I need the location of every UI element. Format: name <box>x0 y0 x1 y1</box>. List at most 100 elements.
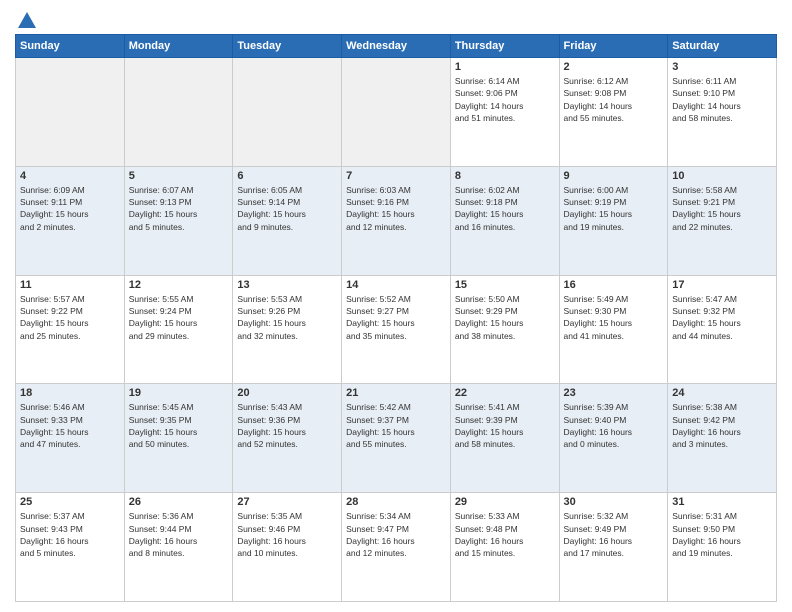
daylight-hours: Daylight: 14 hours <box>564 101 633 111</box>
day-number: 24 <box>672 387 772 399</box>
day-info: Sunrise: 5:45 AMSunset: 9:35 PMDaylight:… <box>129 401 229 450</box>
header-cell-monday: Monday <box>124 35 233 58</box>
daylight-hours: Daylight: 15 hours <box>20 318 89 328</box>
header-cell-wednesday: Wednesday <box>342 35 451 58</box>
daylight-hours: Daylight: 15 hours <box>564 209 633 219</box>
day-number: 4 <box>20 170 120 182</box>
daylight-hours: Daylight: 15 hours <box>455 209 524 219</box>
day-number: 1 <box>455 61 555 73</box>
day-cell <box>124 58 233 167</box>
day-cell: 29Sunrise: 5:33 AMSunset: 9:48 PMDayligh… <box>450 493 559 602</box>
daylight-hours: Daylight: 14 hours <box>455 101 524 111</box>
day-cell: 9 Sunrise: 6:00 AMSunset: 9:19 PMDaylight… <box>559 166 668 275</box>
daylight-hours: Daylight: 15 hours <box>455 427 524 437</box>
daylight-hours: Daylight: 15 hours <box>129 318 198 328</box>
day-cell: 13Sunrise: 5:53 AMSunset: 9:26 PMDayligh… <box>233 275 342 384</box>
daylight-hours: Daylight: 15 hours <box>455 318 524 328</box>
daylight-hours: Daylight: 15 hours <box>20 209 89 219</box>
header-cell-friday: Friday <box>559 35 668 58</box>
day-cell: 4 Sunrise: 6:09 AMSunset: 9:11 PMDaylight… <box>16 166 125 275</box>
day-cell: 7Sunrise: 6:03 AMSunset: 9:16 PMDaylight… <box>342 166 451 275</box>
daylight-hours: Daylight: 15 hours <box>237 318 306 328</box>
day-info: Sunrise: 5:55 AMSunset: 9:24 PMDaylight:… <box>129 293 229 342</box>
day-cell <box>342 58 451 167</box>
day-number: 31 <box>672 496 772 508</box>
day-info: Sunrise: 5:46 AMSunset: 9:33 PMDaylight:… <box>20 401 120 450</box>
daylight-hours: Daylight: 15 hours <box>672 209 741 219</box>
header <box>15 10 777 28</box>
day-number: 20 <box>237 387 337 399</box>
day-cell: 22Sunrise: 5:41 AMSunset: 9:39 PMDayligh… <box>450 384 559 493</box>
day-cell: 1 Sunrise: 6:14 AMSunset: 9:06 PMDaylight… <box>450 58 559 167</box>
day-info: Sunrise: 5:36 AMSunset: 9:44 PMDaylight:… <box>129 510 229 559</box>
day-info: Sunrise: 5:34 AMSunset: 9:47 PMDaylight:… <box>346 510 446 559</box>
daylight-hours: Daylight: 15 hours <box>346 427 415 437</box>
daylight-hours: Daylight: 15 hours <box>129 209 198 219</box>
day-number: 16 <box>564 279 664 291</box>
day-cell: 28 Sunrise: 5:34 AMSunset: 9:47 PMDayligh… <box>342 493 451 602</box>
day-cell: 23 Sunrise: 5:39 AMSunset: 9:40 PMDayligh… <box>559 384 668 493</box>
day-number: 21 <box>346 387 446 399</box>
daylight-hours: Daylight: 16 hours <box>20 536 89 546</box>
day-number: 9 <box>564 170 664 182</box>
daylight-hours: Daylight: 15 hours <box>129 427 198 437</box>
day-info: Sunrise: 5:52 AMSunset: 9:27 PMDaylight:… <box>346 293 446 342</box>
daylight-hours: Daylight: 16 hours <box>672 427 741 437</box>
day-number: 28 <box>346 496 446 508</box>
day-number: 30 <box>564 496 664 508</box>
day-info: Sunrise: 5:38 AMSunset: 9:42 PMDaylight:… <box>672 401 772 450</box>
day-cell: 19Sunrise: 5:45 AMSunset: 9:35 PMDayligh… <box>124 384 233 493</box>
day-cell: 31 Sunrise: 5:31 AMSunset: 9:50 PMDayligh… <box>668 493 777 602</box>
day-number: 22 <box>455 387 555 399</box>
daylight-hours: Daylight: 16 hours <box>346 536 415 546</box>
daylight-hours: Daylight: 15 hours <box>237 209 306 219</box>
daylight-hours: Daylight: 15 hours <box>20 427 89 437</box>
day-info: Sunrise: 6:14 AMSunset: 9:06 PMDaylight:… <box>455 75 555 124</box>
header-cell-saturday: Saturday <box>668 35 777 58</box>
daylight-hours: Daylight: 16 hours <box>455 536 524 546</box>
day-number: 5 <box>129 170 229 182</box>
daylight-hours: Daylight: 15 hours <box>564 318 633 328</box>
day-info: Sunrise: 5:58 AMSunset: 9:21 PMDaylight:… <box>672 184 772 233</box>
day-info: Sunrise: 5:43 AMSunset: 9:36 PMDaylight:… <box>237 401 337 450</box>
day-info: Sunrise: 5:32 AMSunset: 9:49 PMDaylight:… <box>564 510 664 559</box>
day-cell: 8Sunrise: 6:02 AMSunset: 9:18 PMDaylight… <box>450 166 559 275</box>
day-info: Sunrise: 5:37 AMSunset: 9:43 PMDaylight:… <box>20 510 120 559</box>
day-cell: 21 Sunrise: 5:42 AMSunset: 9:37 PMDayligh… <box>342 384 451 493</box>
day-number: 27 <box>237 496 337 508</box>
day-cell: 11Sunrise: 5:57 AMSunset: 9:22 PMDayligh… <box>16 275 125 384</box>
day-number: 11 <box>20 279 120 291</box>
day-number: 7 <box>346 170 446 182</box>
day-cell: 14Sunrise: 5:52 AMSunset: 9:27 PMDayligh… <box>342 275 451 384</box>
day-cell: 26 Sunrise: 5:36 AMSunset: 9:44 PMDayligh… <box>124 493 233 602</box>
day-cell: 24 Sunrise: 5:38 AMSunset: 9:42 PMDayligh… <box>668 384 777 493</box>
day-cell: 18Sunrise: 5:46 AMSunset: 9:33 PMDayligh… <box>16 384 125 493</box>
day-info: Sunrise: 5:39 AMSunset: 9:40 PMDaylight:… <box>564 401 664 450</box>
logo-text <box>15 10 39 32</box>
day-info: Sunrise: 6:00 AMSunset: 9:19 PMDaylight:… <box>564 184 664 233</box>
day-info: Sunrise: 6:09 AMSunset: 9:11 PMDaylight:… <box>20 184 120 233</box>
day-cell: 20 Sunrise: 5:43 AMSunset: 9:36 PMDayligh… <box>233 384 342 493</box>
page: SundayMondayTuesdayWednesdayThursdayFrid… <box>0 0 792 612</box>
header-cell-sunday: Sunday <box>16 35 125 58</box>
week-row-2: 4 Sunrise: 6:09 AMSunset: 9:11 PMDaylight… <box>16 166 777 275</box>
daylight-hours: Daylight: 16 hours <box>564 536 633 546</box>
daylight-hours: Daylight: 16 hours <box>129 536 198 546</box>
day-info: Sunrise: 5:31 AMSunset: 9:50 PMDaylight:… <box>672 510 772 559</box>
daylight-hours: Daylight: 15 hours <box>346 209 415 219</box>
header-cell-tuesday: Tuesday <box>233 35 342 58</box>
calendar-header: SundayMondayTuesdayWednesdayThursdayFrid… <box>16 35 777 58</box>
day-info: Sunrise: 6:02 AMSunset: 9:18 PMDaylight:… <box>455 184 555 233</box>
day-cell <box>233 58 342 167</box>
day-number: 3 <box>672 61 772 73</box>
header-cell-thursday: Thursday <box>450 35 559 58</box>
day-info: Sunrise: 5:42 AMSunset: 9:37 PMDaylight:… <box>346 401 446 450</box>
day-info: Sunrise: 6:11 AMSunset: 9:10 PMDaylight:… <box>672 75 772 124</box>
daylight-hours: Daylight: 16 hours <box>564 427 633 437</box>
daylight-hours: Daylight: 16 hours <box>237 536 306 546</box>
day-number: 23 <box>564 387 664 399</box>
day-info: Sunrise: 5:53 AMSunset: 9:26 PMDaylight:… <box>237 293 337 342</box>
day-number: 10 <box>672 170 772 182</box>
day-info: Sunrise: 5:35 AMSunset: 9:46 PMDaylight:… <box>237 510 337 559</box>
day-number: 26 <box>129 496 229 508</box>
